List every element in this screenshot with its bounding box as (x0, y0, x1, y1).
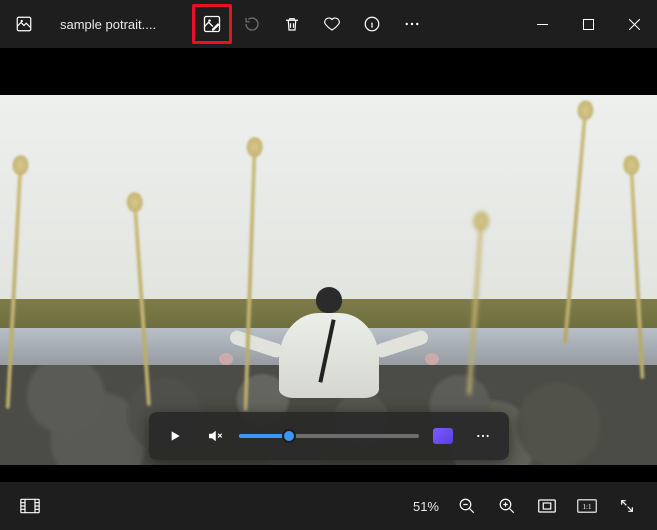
top-toolbar (192, 4, 432, 44)
filmstrip-button[interactable] (10, 486, 50, 526)
file-tab[interactable]: sample potrait.... (48, 0, 172, 48)
zoom-in-button[interactable] (487, 486, 527, 526)
zoom-out-button[interactable] (447, 486, 487, 526)
minimize-button[interactable] (519, 8, 565, 40)
photo-content[interactable] (0, 95, 657, 465)
fullscreen-button[interactable] (607, 486, 647, 526)
media-controls (149, 412, 509, 460)
edit-image-button[interactable] (192, 4, 232, 44)
delete-button[interactable] (272, 4, 312, 44)
actual-size-button[interactable]: 1:1 (567, 486, 607, 526)
svg-text:1:1: 1:1 (583, 504, 592, 511)
zoom-percent: 51% (405, 499, 447, 514)
info-button[interactable] (352, 4, 392, 44)
play-button[interactable] (159, 420, 191, 452)
media-more-button[interactable] (467, 420, 499, 452)
image-viewer (0, 48, 657, 482)
titlebar: sample potrait.... (0, 0, 657, 48)
progress-slider[interactable] (239, 426, 419, 446)
fit-button[interactable] (527, 486, 567, 526)
gallery-button[interactable] (0, 0, 48, 48)
tab-title: sample potrait.... (60, 17, 156, 32)
rotate-button (232, 4, 272, 44)
favorite-button[interactable] (312, 4, 352, 44)
mute-button[interactable] (199, 420, 231, 452)
more-button[interactable] (392, 4, 432, 44)
close-button[interactable] (611, 8, 657, 40)
clip-icon (433, 428, 453, 444)
window-controls (519, 8, 657, 40)
statusbar: 51% 1:1 (0, 482, 657, 530)
maximize-button[interactable] (565, 8, 611, 40)
clip-button[interactable] (427, 420, 459, 452)
